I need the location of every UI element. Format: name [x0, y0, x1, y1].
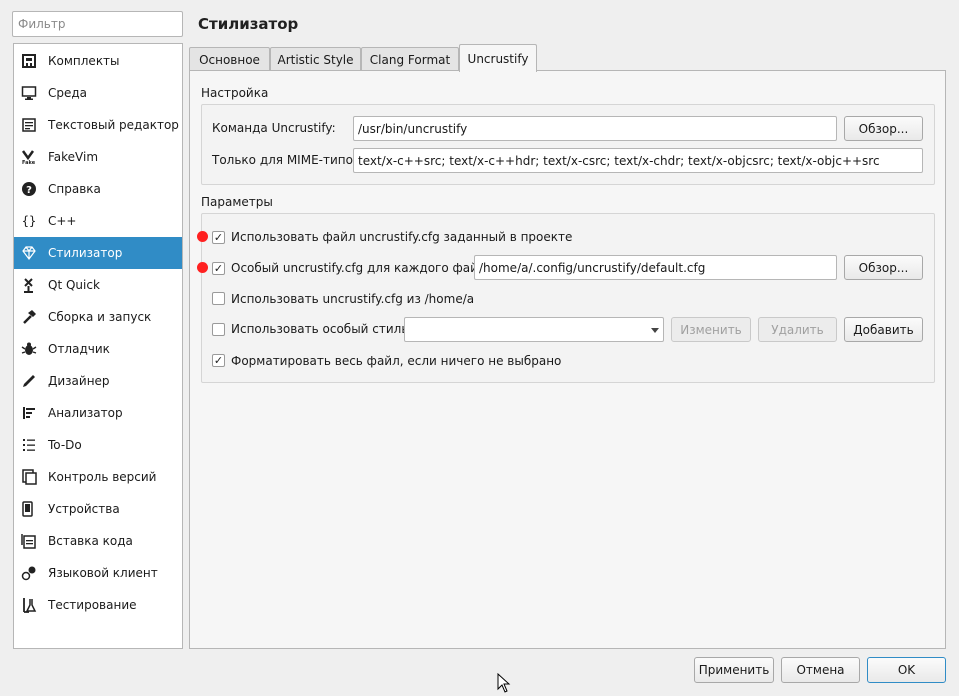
- sidebar-item-label: Отладчик: [48, 342, 110, 356]
- cpp-icon: {}: [21, 214, 37, 228]
- browse-cfg-button[interactable]: Обзор...: [844, 255, 923, 280]
- beautifier-icon: [20, 244, 38, 262]
- sidebar-item-label: Qt Quick: [48, 278, 100, 292]
- add-style-button[interactable]: Добавить: [844, 317, 923, 342]
- use-home-cfg-label: Использовать uncrustify.cfg из /home/a: [231, 292, 475, 306]
- fakevim-icon: Fake: [20, 148, 38, 166]
- hammer-icon: [20, 308, 38, 326]
- tab-uncrustify[interactable]: Uncrustify: [459, 44, 537, 72]
- sidebar-item-devices[interactable]: Устройства: [14, 493, 182, 525]
- custom-cfg-path-field[interactable]: [474, 255, 837, 280]
- analyzer-icon: [20, 404, 38, 422]
- marker-dot: [197, 231, 208, 242]
- sidebar-item-environment[interactable]: Среда: [14, 77, 182, 109]
- version-control-icon: [20, 468, 38, 486]
- ok-button[interactable]: OK: [867, 657, 946, 683]
- monitor-icon: [20, 84, 38, 102]
- svg-text:Fake: Fake: [22, 160, 36, 165]
- sidebar-item-text-editor[interactable]: Текстовый редактор: [14, 109, 182, 141]
- mouse-cursor-icon: [497, 672, 511, 696]
- edit-style-button[interactable]: Изменить: [671, 317, 751, 342]
- testing-icon: [20, 596, 38, 614]
- custom-cfg-label: Особый uncrustify.cfg для каждого файла: [231, 261, 493, 275]
- sidebar-item-label: Сборка и запуск: [48, 310, 152, 324]
- pen-icon: [20, 372, 38, 390]
- bug-icon: [20, 340, 38, 358]
- sidebar-item-language-client[interactable]: Языковой клиент: [14, 557, 182, 589]
- delete-style-button[interactable]: Удалить: [758, 317, 837, 342]
- help-icon: ?: [20, 180, 38, 198]
- params-group-title: Параметры: [201, 195, 273, 209]
- custom-cfg-checkbox[interactable]: ✓: [212, 262, 225, 275]
- sidebar-item-version-control[interactable]: Контроль версий: [14, 461, 182, 493]
- use-project-cfg-label: Использовать файл uncrustify.cfg заданны…: [231, 230, 573, 244]
- sidebar-item-snippets[interactable]: Вставка кода: [14, 525, 182, 557]
- sidebar-item-debugger[interactable]: Отладчик: [14, 333, 182, 365]
- sidebar-item-label: Дизайнер: [48, 374, 110, 388]
- custom-style-select[interactable]: [404, 317, 664, 342]
- filter-input[interactable]: [12, 11, 183, 37]
- sidebar-item-label: Языковой клиент: [48, 566, 158, 580]
- custom-style-checkbox[interactable]: [212, 323, 225, 336]
- snippet-icon: [20, 532, 38, 550]
- sidebar-item-designer[interactable]: Дизайнер: [14, 365, 182, 397]
- tab-artistic-style[interactable]: Artistic Style: [270, 47, 361, 71]
- page-title: Стилизатор: [198, 15, 299, 33]
- sidebar-item-label: Справка: [48, 182, 101, 196]
- sidebar-item-label: Вставка кода: [48, 534, 133, 548]
- sidebar-item-fakevim[interactable]: Fake FakeVim: [14, 141, 182, 173]
- tab-general[interactable]: Основное: [189, 47, 270, 71]
- sidebar-item-label: Контроль версий: [48, 470, 157, 484]
- sidebar-item-label: Устройства: [48, 502, 120, 516]
- sidebar-item-qt-quick[interactable]: Qt Quick: [14, 269, 182, 301]
- mime-types-field[interactable]: [353, 148, 923, 173]
- devices-icon: [20, 500, 38, 518]
- browse-command-button[interactable]: Обзор...: [844, 116, 923, 141]
- kits-icon: [20, 52, 38, 70]
- qt-quick-icon: [20, 276, 38, 294]
- tab-clang-format[interactable]: Clang Format: [361, 47, 459, 71]
- sidebar-item-label: To-Do: [48, 438, 82, 452]
- svg-text:?: ?: [26, 185, 32, 196]
- text-editor-icon: [20, 116, 38, 134]
- sidebar-item-build-run[interactable]: Сборка и запуск: [14, 301, 182, 333]
- use-home-cfg-checkbox[interactable]: [212, 292, 225, 305]
- command-field[interactable]: [353, 116, 837, 141]
- sidebar-item-label: Анализатор: [48, 406, 123, 420]
- cancel-button[interactable]: Отмена: [781, 657, 860, 683]
- custom-style-label: Использовать особый стиль:: [231, 322, 413, 336]
- sidebar-item-beautifier[interactable]: Стилизатор: [14, 237, 182, 269]
- language-client-icon: [20, 564, 38, 582]
- chevron-down-icon: [651, 328, 659, 333]
- sidebar-item-label: Текстовый редактор: [48, 118, 179, 132]
- settings-group-title: Настройка: [201, 86, 269, 100]
- sidebar-item-label: Комплекты: [48, 54, 120, 68]
- list-icon: [20, 436, 38, 454]
- format-whole-file-label: Форматировать весь файл, если ничего не …: [231, 354, 562, 368]
- mime-label: Только для MIME-типов:: [212, 153, 365, 167]
- sidebar-item-cpp[interactable]: {} C++: [14, 205, 182, 237]
- command-label: Команда Uncrustify:: [212, 121, 336, 135]
- sidebar-item-kits[interactable]: Комплекты: [14, 45, 182, 77]
- category-list: Комплекты Среда Текстовый редактор Fake …: [13, 43, 183, 649]
- sidebar-item-analyzer[interactable]: Анализатор: [14, 397, 182, 429]
- sidebar-item-label: Стилизатор: [48, 246, 123, 260]
- sidebar-item-label: FakeVim: [48, 150, 99, 164]
- use-project-cfg-checkbox[interactable]: ✓: [212, 231, 225, 244]
- marker-dot: [197, 262, 208, 273]
- apply-button[interactable]: Применить: [694, 657, 774, 683]
- sidebar-item-help[interactable]: ? Справка: [14, 173, 182, 205]
- sidebar-item-testing[interactable]: Тестирование: [14, 589, 182, 621]
- sidebar-item-todo[interactable]: To-Do: [14, 429, 182, 461]
- sidebar-item-label: Среда: [48, 86, 88, 100]
- format-whole-file-checkbox[interactable]: ✓: [212, 354, 225, 367]
- sidebar-item-label: C++: [48, 214, 77, 228]
- sidebar-item-label: Тестирование: [48, 598, 137, 612]
